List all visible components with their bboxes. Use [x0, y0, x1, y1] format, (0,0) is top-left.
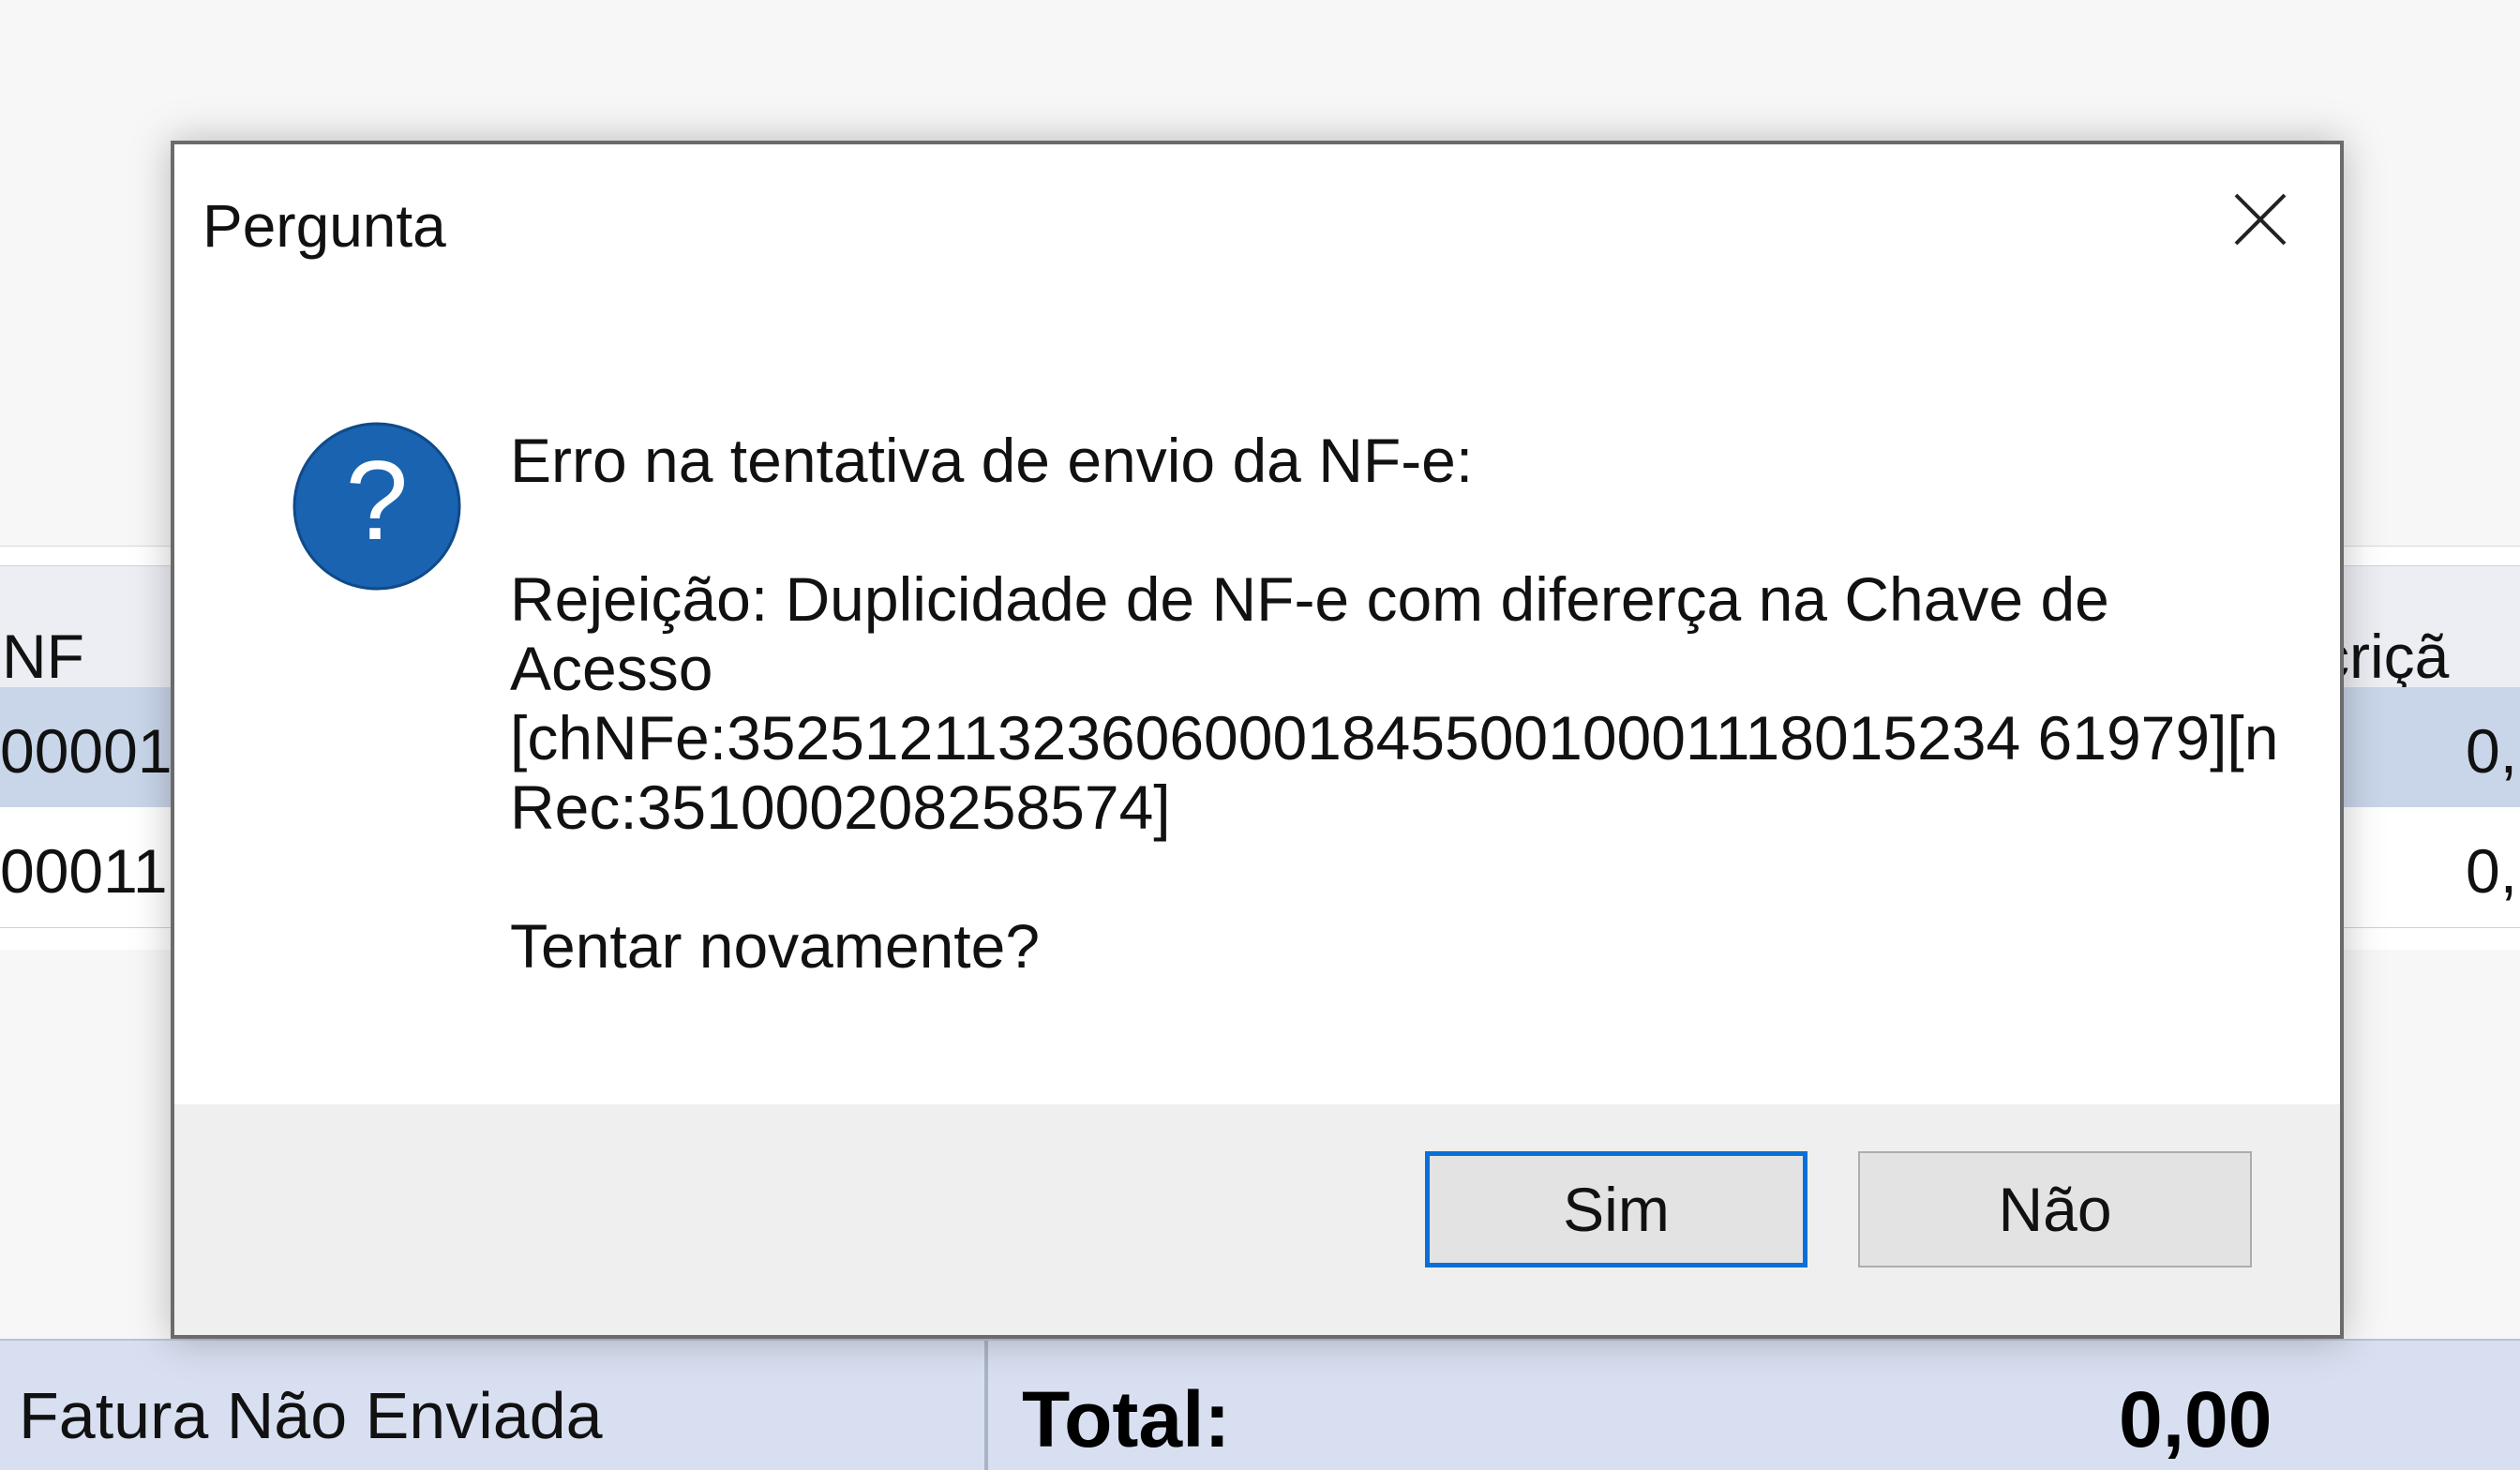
question-icon: ? — [292, 422, 461, 591]
close-button[interactable] — [2209, 172, 2312, 266]
total-value: 0,00 — [2119, 1375, 2272, 1463]
cell-value: 0, — [2466, 836, 2518, 906]
cell-nf: 00001 — [0, 716, 172, 786]
message-rejection-cont: Acesso — [510, 634, 713, 703]
total-label: Total: — [1022, 1375, 1231, 1463]
message-error-heading: Erro na tentativa de envio da NF-e: — [510, 426, 1474, 495]
message-access-key: [chNFe:352512113236060001845500100011180… — [510, 703, 2279, 772]
no-button[interactable]: Não — [1858, 1151, 2252, 1268]
dialog-message: Erro na tentativa de envio da NF-e: Reje… — [510, 426, 2279, 981]
column-header-nf[interactable]: NF — [2, 621, 84, 692]
dialog-title: Pergunta — [202, 192, 446, 260]
close-icon[interactable] — [2232, 191, 2288, 248]
cell-value: 0, — [2466, 716, 2518, 786]
message-rejection: Rejeição: Duplicidade de NF-e com difere… — [510, 564, 2109, 634]
dialog-button-bar: Sim Não — [174, 1104, 2340, 1335]
message-retry-question: Tentar novamente? — [510, 911, 1041, 981]
cell-nf: 00011 — [0, 836, 168, 906]
question-dialog: Pergunta ? Erro na tentativa de envio da… — [171, 141, 2344, 1339]
application-window: NF scriçã 00001 0, 00011 0, Fatura Não E… — [0, 0, 2520, 1470]
yes-button[interactable]: Sim — [1425, 1151, 1808, 1268]
status-panel: Fatura Não Enviada — [0, 1341, 988, 1470]
status-bar: Fatura Não Enviada Total: 0,00 — [0, 1339, 2520, 1470]
message-receipt: Rec:351000208258574] — [510, 772, 1171, 842]
svg-text:?: ? — [346, 438, 409, 563]
invoice-status-text: Fatura Não Enviada — [19, 1379, 603, 1452]
